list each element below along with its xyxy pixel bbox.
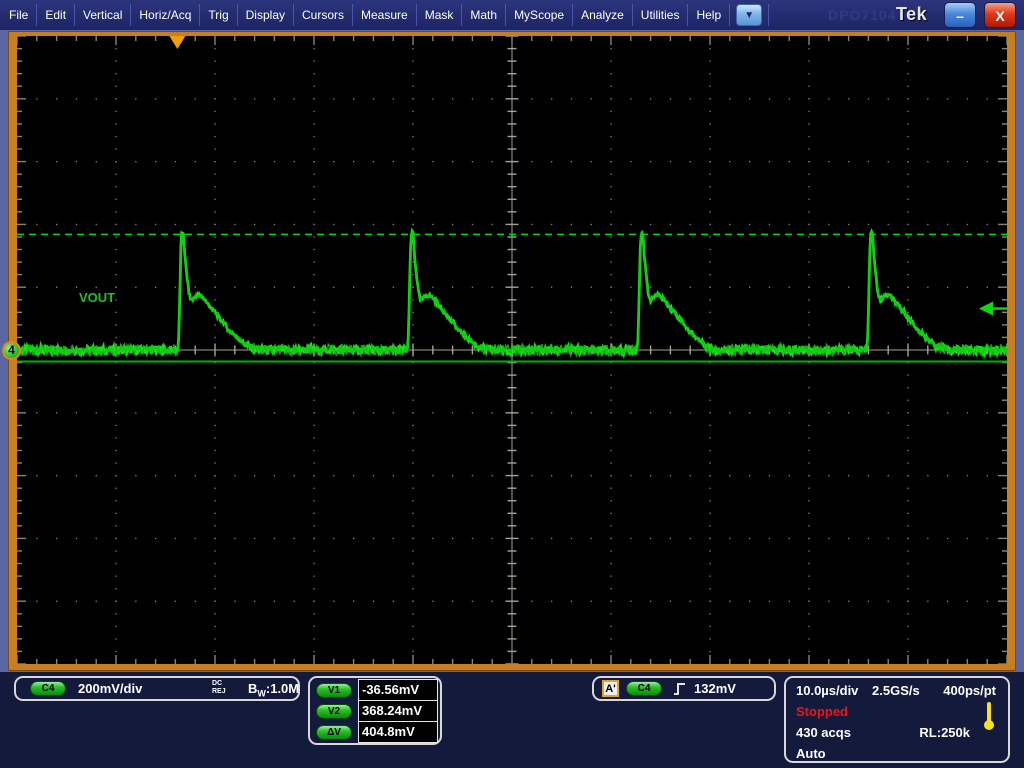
chevron-down-icon: ▼: [744, 10, 755, 21]
horizontal-readout[interactable]: 10.0µs/div 2.5GS/s 400ps/pt Stopped 430 …: [784, 676, 1010, 763]
sample-resolution: 400ps/pt: [943, 683, 996, 698]
trigger-position-marker[interactable]: [169, 36, 186, 49]
cursor-v1-badge: V1: [316, 683, 352, 698]
menu-horiz-acq[interactable]: Horiz/Acq: [131, 4, 201, 26]
minimize-button[interactable]: –: [944, 2, 976, 28]
bw-value: :1.0M: [265, 681, 300, 696]
bw-sub: W: [257, 688, 266, 699]
model-label: DPO7104: [828, 7, 897, 23]
record-length: RL:250k: [919, 725, 970, 740]
trigger-a-badge: A': [602, 680, 619, 697]
readout-bar: C4 200mV/div DC REJ BW:1.0M V1 -36.56mV …: [0, 672, 1024, 768]
vout-label: VOUT: [79, 290, 115, 305]
acquisition-state: Stopped: [796, 704, 848, 719]
horizontal-scale: 10.0µs/div: [796, 683, 859, 698]
oscilloscope-app: File Edit Vertical Horiz/Acq Trig Displa…: [0, 0, 1024, 768]
bw-main: B: [248, 681, 258, 696]
crt-frame: VOUT 4: [2, 31, 1016, 671]
menu-utilities[interactable]: Utilities: [633, 4, 689, 26]
temperature-icon: [984, 702, 994, 730]
channel-badge: C4: [30, 681, 66, 696]
cursor-v2-value: 368.24mV: [358, 700, 438, 722]
cursor-v1-value: -36.56mV: [358, 679, 438, 701]
menu-cursors[interactable]: Cursors: [294, 4, 354, 26]
trigger-readout[interactable]: A' C4 132mV: [592, 676, 776, 701]
menu-mask[interactable]: Mask: [417, 4, 463, 26]
menu-analyze[interactable]: Analyze: [573, 4, 633, 26]
cursor-dv-badge: ΔV: [316, 725, 352, 740]
menu-bar: File Edit Vertical Horiz/Acq Trig Displa…: [0, 0, 1024, 30]
waveform-plot: VOUT: [17, 36, 1007, 664]
coupling-rej: REJ: [212, 688, 226, 695]
coupling-dc: DC: [212, 680, 223, 687]
cursor-dv-value: 404.8mV: [358, 721, 438, 743]
channel-coupling: DC REJ: [212, 680, 226, 696]
trigger-mode-row: Auto: [796, 746, 998, 761]
channel-bandwidth: BW:1.0M: [248, 681, 299, 699]
cursor-v2-badge: V2: [316, 704, 352, 719]
rising-edge-icon: [674, 683, 685, 695]
cursor-readout[interactable]: V1 -36.56mV V2 368.24mV ΔV 404.8mV: [308, 676, 442, 745]
menu-dropdown-button[interactable]: ▼: [736, 4, 763, 26]
trigger-source-badge: C4: [626, 681, 662, 696]
channel-scale: 200mV/div: [78, 681, 143, 696]
acquisition-count-row: 430 acqs RL:250k: [796, 725, 998, 740]
trigger-level-value: 132mV: [694, 681, 736, 696]
menu-separator: [768, 4, 770, 26]
menu-edit[interactable]: Edit: [37, 4, 76, 26]
menu-math[interactable]: Math: [462, 4, 507, 26]
close-button[interactable]: X: [984, 2, 1016, 28]
menu-myscope[interactable]: MyScope: [506, 4, 574, 26]
tek-logo: Tek: [896, 4, 928, 24]
menu-vertical[interactable]: Vertical: [75, 4, 132, 26]
menu-display[interactable]: Display: [238, 4, 294, 26]
cursor-v2-row: V2 368.24mV: [310, 700, 440, 722]
channel-readout[interactable]: C4 200mV/div DC REJ BW:1.0M: [14, 676, 300, 701]
horizontal-scale-row: 10.0µs/div 2.5GS/s 400ps/pt: [796, 683, 998, 698]
menu-file[interactable]: File: [0, 4, 38, 26]
channel-4-position-marker[interactable]: 4: [2, 340, 21, 360]
graticule-screen: VOUT: [17, 36, 1007, 664]
cursor-dv-row: ΔV 404.8mV: [310, 721, 440, 743]
display-area: VOUT 4: [0, 30, 1024, 672]
trigger-level-arrow[interactable]: [979, 301, 993, 316]
sample-rate: 2.5GS/s: [872, 683, 920, 698]
menu-trig[interactable]: Trig: [200, 4, 238, 26]
cursor-v1-row: V1 -36.56mV: [310, 679, 440, 701]
acquisition-count: 430 acqs: [796, 725, 851, 740]
menu-measure[interactable]: Measure: [353, 4, 417, 26]
menu-help[interactable]: Help: [688, 4, 731, 26]
acquisition-state-row: Stopped: [796, 704, 998, 719]
trigger-mode: Auto: [796, 746, 826, 761]
